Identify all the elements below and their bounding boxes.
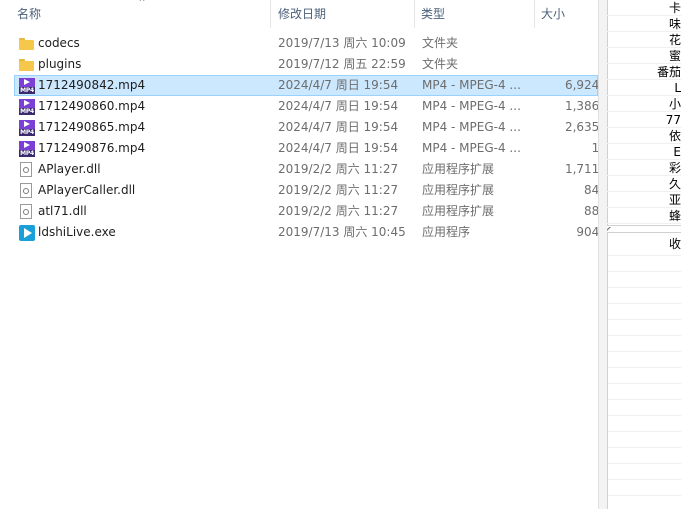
file-type: MP4 - MPEG-4 ... [422, 99, 521, 113]
side-list-item[interactable]: 番茄 [607, 64, 681, 80]
file-name: 1712490865.mp4 [38, 120, 146, 134]
side-list-item[interactable]: 味 [607, 16, 681, 32]
grid-line [608, 335, 681, 336]
grid-line [608, 271, 681, 272]
side-gutter [599, 0, 607, 509]
file-date: 2019/2/2 周六 11:27 [278, 183, 399, 197]
mp4-icon: MP4 [18, 97, 36, 116]
side-list-item[interactable]: 蜂 [607, 208, 681, 224]
side-list-item[interactable]: 卡 [607, 0, 681, 16]
file-date: 2019/7/12 周五 22:59 [278, 57, 406, 71]
file-date: 2019/2/2 周六 11:27 [278, 162, 399, 176]
side-list-item[interactable]: E [607, 144, 681, 160]
dll-icon [18, 202, 36, 221]
file-row[interactable]: MP4 1712490860.mp4 2024/4/7 周日 19:54 MP4… [14, 96, 611, 117]
grid-line [608, 479, 681, 480]
grid-line [608, 415, 681, 416]
grid-line [608, 463, 681, 464]
grid-line [608, 255, 681, 256]
column-header-bar: ∧ 名称 修改日期 类型 大小 [0, 0, 598, 30]
file-type: 应用程序 [422, 225, 471, 239]
side-list-item[interactable]: 蜜 [607, 48, 681, 64]
grid-line [608, 319, 681, 320]
file-date: 2019/2/2 周六 11:27 [278, 204, 399, 218]
grid-line [608, 431, 681, 432]
file-row[interactable]: APlayer.dll 2019/2/2 周六 11:27 应用程序扩展 1,7… [14, 159, 611, 180]
side-list-item[interactable]: L [607, 80, 681, 96]
file-name: 1712490860.mp4 [38, 99, 146, 113]
file-row[interactable]: ldshiLive.exe 2019/7/13 周六 10:45 应用程序 90… [14, 222, 611, 243]
file-name: ldshiLive.exe [38, 225, 116, 239]
file-row[interactable]: MP4 1712490865.mp4 2024/4/7 周日 19:54 MP4… [14, 117, 611, 138]
folder-icon [18, 55, 36, 74]
side-list-item[interactable]: 小 [607, 96, 681, 112]
mp4-icon: MP4 [18, 139, 36, 158]
file-type: MP4 - MPEG-4 ... [422, 141, 521, 155]
file-type: 应用程序扩展 [422, 183, 495, 197]
file-name: 1712490876.mp4 [38, 141, 146, 155]
file-name: 1712490842.mp4 [38, 78, 146, 92]
grid-line [608, 383, 681, 384]
file-type: 文件夹 [422, 36, 459, 50]
file-date: 2019/7/13 周六 10:09 [278, 36, 406, 50]
dll-icon [18, 181, 36, 200]
file-name: plugins [38, 57, 82, 71]
file-type: 应用程序扩展 [422, 204, 495, 218]
grid-line [608, 367, 681, 368]
column-header-type[interactable]: 类型 [415, 0, 533, 28]
file-row[interactable]: plugins 2019/7/12 周五 22:59 文件夹 [14, 54, 598, 75]
file-date: 2024/4/7 周日 19:54 [278, 120, 399, 134]
file-date: 2024/4/7 周日 19:54 [278, 99, 399, 113]
file-type: 应用程序扩展 [422, 162, 495, 176]
dll-icon [18, 160, 36, 179]
file-date: 2024/4/7 周日 19:54 [278, 141, 399, 155]
grid-line [608, 447, 681, 448]
file-date: 2019/7/13 周六 10:45 [278, 225, 406, 239]
exe-icon [18, 223, 36, 242]
grid-line [608, 495, 681, 496]
side-bottom-header: 收 [668, 237, 681, 251]
side-list-panel: 卡 味 花 蜜 番茄 L 小 77 依 E 彩 久 亚 蜂 [607, 0, 681, 226]
side-list-item[interactable]: 77 [607, 112, 681, 128]
file-name: codecs [38, 36, 80, 50]
column-divider[interactable] [270, 0, 271, 28]
grid-line [608, 351, 681, 352]
file-type: MP4 - MPEG-4 ... [422, 120, 521, 134]
file-row[interactable]: MP4 1712490876.mp4 2024/4/7 周日 19:54 MP4… [14, 138, 611, 159]
file-date: 2024/4/7 周日 19:54 [278, 78, 399, 92]
side-list-item[interactable]: 久 [607, 176, 681, 192]
grid-line [608, 287, 681, 288]
file-name: APlayerCaller.dll [38, 183, 136, 197]
file-type: 文件夹 [422, 57, 459, 71]
grid-line [608, 303, 681, 304]
file-name: atl71.dll [38, 204, 87, 218]
side-list-item[interactable]: 彩 [607, 160, 681, 176]
side-list-item[interactable]: 花 [607, 32, 681, 48]
grid-line [608, 399, 681, 400]
column-header-size[interactable]: 大小 [535, 0, 597, 28]
mp4-icon: MP4 [18, 76, 36, 95]
file-row[interactable]: codecs 2019/7/13 周六 10:09 文件夹 [14, 33, 598, 54]
mp4-icon: MP4 [18, 118, 36, 137]
file-row[interactable]: atl71.dll 2019/2/2 周六 11:27 应用程序扩展 88 K [14, 201, 611, 222]
column-header-name[interactable]: 名称 [11, 0, 269, 28]
column-header-date[interactable]: 修改日期 [272, 0, 414, 28]
file-type: MP4 - MPEG-4 ... [422, 78, 521, 92]
folder-icon [18, 34, 36, 53]
file-row[interactable]: APlayerCaller.dll 2019/2/2 周六 11:27 应用程序… [14, 180, 611, 201]
side-list-item[interactable]: 亚 [607, 192, 681, 208]
file-row-selected[interactable]: MP4 1712490842.mp4 2024/4/7 周日 19:54 MP4… [14, 75, 611, 96]
side-bottom-panel: 收 [607, 232, 681, 509]
file-name: APlayer.dll [38, 162, 101, 176]
side-list-item[interactable]: 依 [607, 128, 681, 144]
